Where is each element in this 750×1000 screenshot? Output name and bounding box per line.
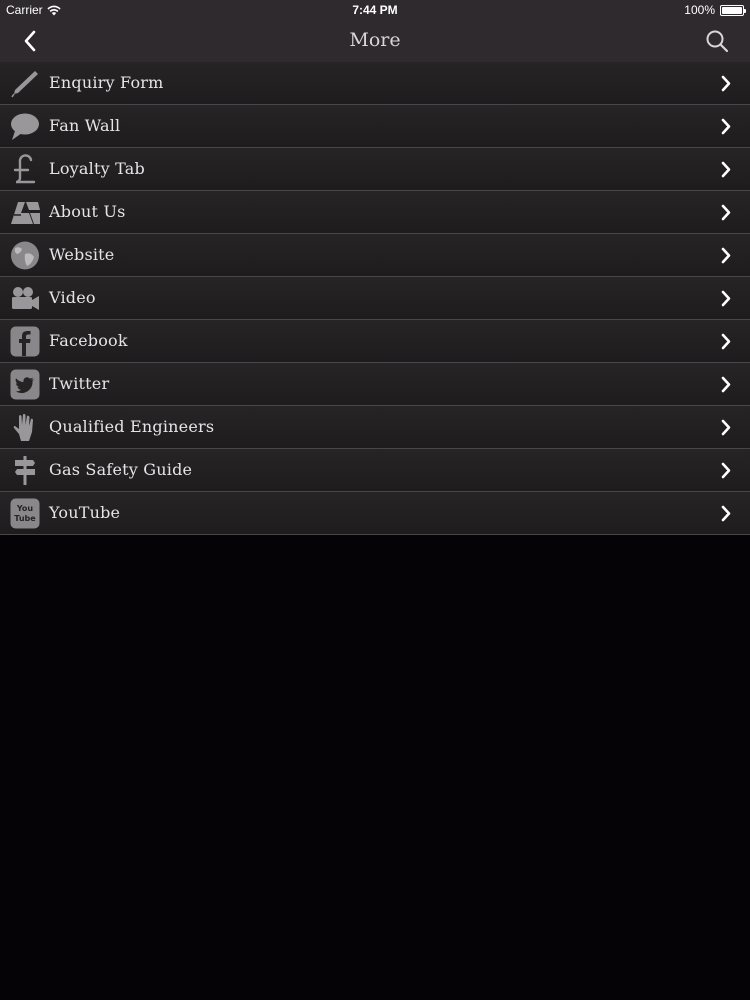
chevron-right-icon [720, 118, 732, 135]
chevron-right-icon [720, 204, 732, 221]
twitter-icon [9, 369, 41, 400]
globe-icon [9, 240, 41, 271]
facebook-icon [9, 326, 41, 357]
chevron-right-icon [720, 505, 732, 522]
search-icon [706, 30, 729, 53]
chevron-right-icon [720, 161, 732, 178]
menu-item-qualified-engineers[interactable]: Qualified Engineers [0, 406, 750, 449]
menu-item-twitter[interactable]: Twitter [0, 363, 750, 406]
speech-bubble-icon [9, 111, 41, 142]
screen: Carrier 7:44 PM 100% More Enquiry Form F… [0, 0, 750, 1000]
menu-item-website[interactable]: Website [0, 234, 750, 277]
page-title: More [349, 29, 401, 51]
svg-text:Tube: Tube [14, 514, 36, 523]
battery-percent: 100% [684, 3, 715, 17]
menu-item-label: Enquiry Form [49, 73, 164, 92]
battery-level [722, 6, 742, 14]
menu-item-label: About Us [49, 202, 126, 221]
chevron-right-icon [720, 462, 732, 479]
menu-item-label: Fan Wall [49, 116, 121, 135]
menu-item-gas-safety-guide[interactable]: Gas Safety Guide [0, 449, 750, 492]
menu-item-facebook[interactable]: Facebook [0, 320, 750, 363]
battery-icon [720, 4, 746, 16]
svg-text:You: You [16, 504, 34, 513]
map-icon [9, 197, 41, 228]
pencil-icon [9, 68, 41, 99]
status-bar: Carrier 7:44 PM 100% [0, 0, 750, 20]
menu-item-loyalty-tab[interactable]: Loyalty Tab [0, 148, 750, 191]
chevron-right-icon [720, 419, 732, 436]
menu-item-fan-wall[interactable]: Fan Wall [0, 105, 750, 148]
menu-item-label: Twitter [49, 374, 110, 393]
menu-item-youtube[interactable]: You Tube YouTube [0, 492, 750, 535]
menu-item-label: YouTube [49, 503, 121, 522]
chevron-right-icon [720, 75, 732, 92]
video-camera-icon [9, 283, 41, 314]
pound-sign-icon [9, 154, 41, 185]
chevron-right-icon [720, 376, 732, 393]
navigation-bar: More [0, 20, 750, 62]
menu-item-label: Loyalty Tab [49, 159, 145, 178]
menu-item-label: Gas Safety Guide [49, 460, 193, 479]
menu-list: Enquiry Form Fan Wall Loyalty Tab About … [0, 62, 750, 535]
menu-item-label: Video [49, 288, 96, 307]
status-time: 7:44 PM [352, 3, 398, 17]
menu-item-about-us[interactable]: About Us [0, 191, 750, 234]
search-button[interactable] [704, 28, 730, 54]
menu-item-enquiry-form[interactable]: Enquiry Form [0, 62, 750, 105]
youtube-icon: You Tube [9, 498, 41, 529]
signpost-icon [9, 455, 41, 486]
menu-item-label: Facebook [49, 331, 128, 350]
chevron-right-icon [720, 333, 732, 350]
chevron-right-icon [720, 290, 732, 307]
menu-item-video[interactable]: Video [0, 277, 750, 320]
chevron-right-icon [720, 247, 732, 264]
menu-item-label: Qualified Engineers [49, 417, 215, 436]
menu-item-label: Website [49, 245, 115, 264]
hand-icon [9, 412, 41, 443]
